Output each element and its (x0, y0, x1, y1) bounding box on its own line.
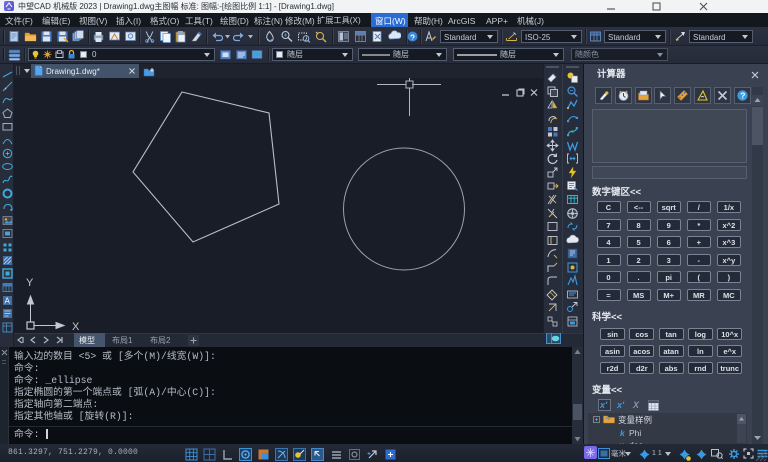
svg-text:?: ? (740, 91, 745, 101)
svg-text:X: X (72, 321, 80, 332)
svg-text:A: A (5, 296, 11, 305)
svg-text:Y: Y (26, 277, 34, 289)
